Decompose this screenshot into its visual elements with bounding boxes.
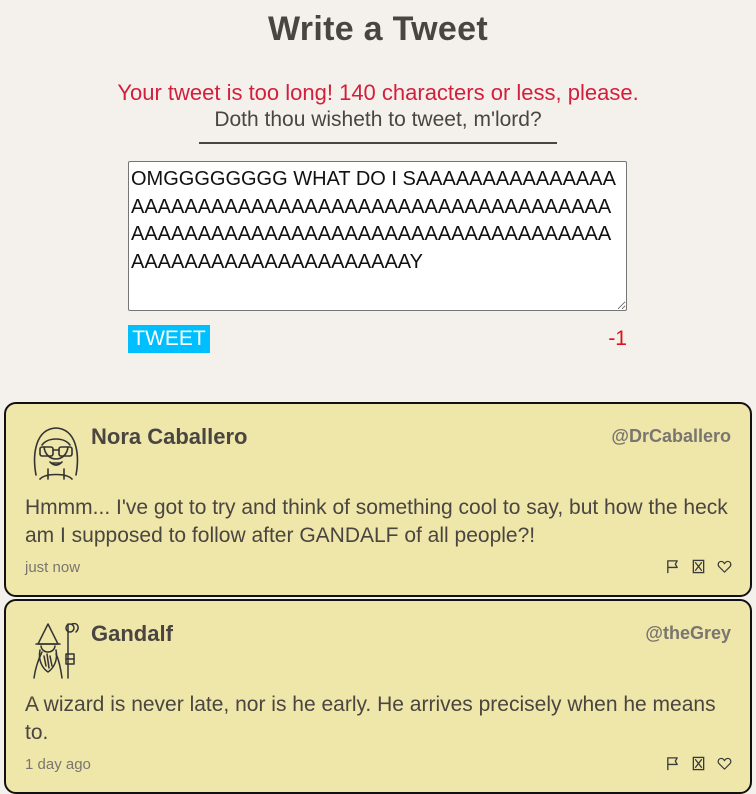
tweet-actions <box>665 559 732 574</box>
tweet-timestamp: just now <box>25 559 81 576</box>
author-name: Gandalf <box>91 621 173 646</box>
heart-icon[interactable] <box>717 559 732 574</box>
page-title: Write a Tweet <box>268 10 488 48</box>
character-counter: -1 <box>608 327 627 350</box>
heart-icon[interactable] <box>717 756 732 771</box>
woman-with-glasses-icon <box>33 427 79 480</box>
tweet-text: A wizard is never late, nor is he early.… <box>25 693 716 744</box>
tweet-text: Hmmm... I've got to try and think of som… <box>25 496 728 547</box>
tweet-card: Gandalf @theGrey A wizard is never late,… <box>4 599 752 794</box>
tweet-actions <box>665 756 732 771</box>
error-message: Your tweet is too long! 140 characters o… <box>117 80 639 105</box>
tweet-timestamp: 1 day ago <box>25 756 91 773</box>
flag-icon[interactable] <box>665 756 680 771</box>
tweet-input[interactable]: OMGGGGGGGG WHAT DO I SAAAAAAAAAAAAAAAAAA… <box>128 161 627 311</box>
author-handle[interactable]: @theGrey <box>645 623 731 644</box>
hourglass-icon[interactable] <box>691 559 706 574</box>
hourglass-icon[interactable] <box>691 756 706 771</box>
author-handle[interactable]: @DrCaballero <box>611 426 731 447</box>
author-name: Nora Caballero <box>91 424 248 449</box>
tweet-card: Nora Caballero @DrCaballero Hmmm... I've… <box>4 402 752 597</box>
wizard-icon <box>33 622 79 679</box>
tweet-prompt: Doth thou wisheth to tweet, m'lord? <box>199 108 557 144</box>
flag-icon[interactable] <box>665 559 680 574</box>
tweet-button[interactable]: TWEET <box>128 325 210 353</box>
